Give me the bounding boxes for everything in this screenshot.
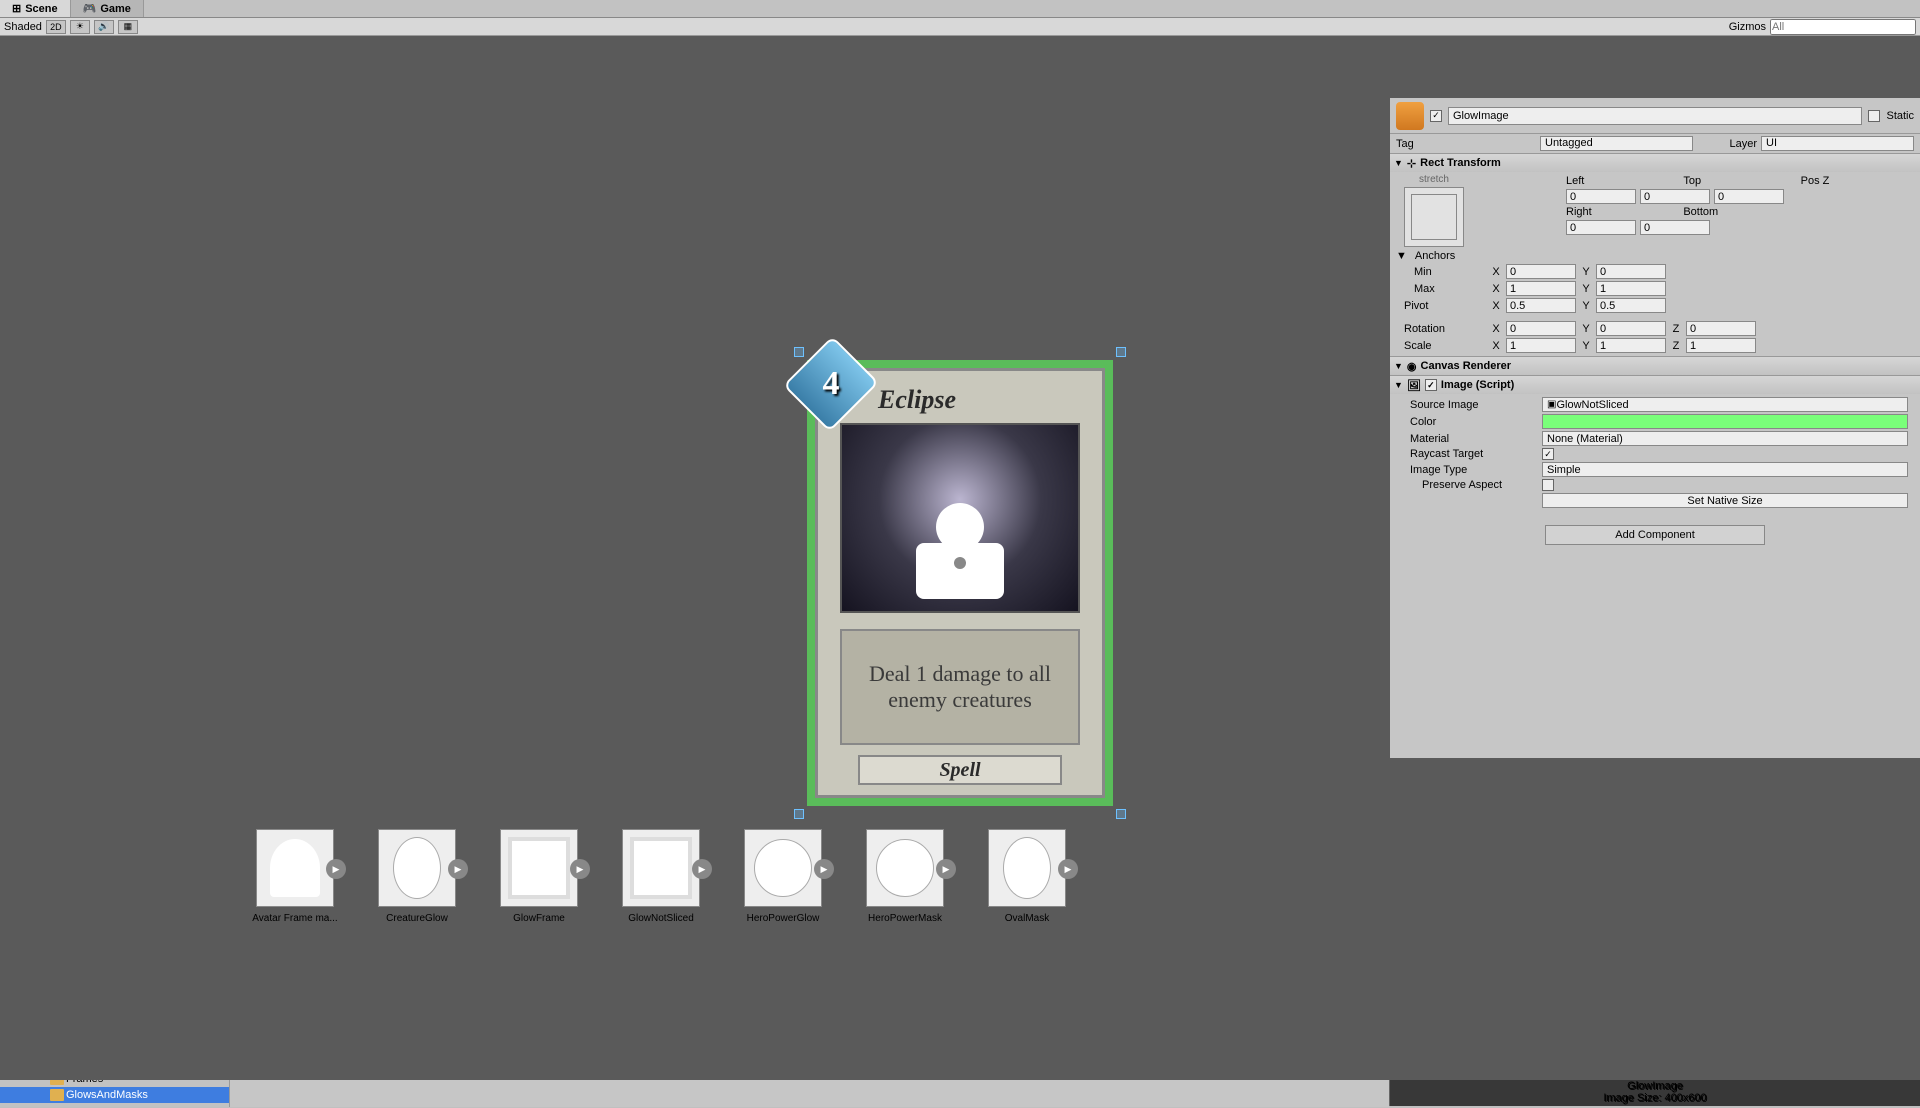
card-title: Eclipse (878, 385, 1086, 415)
asset-name: HeroPowerMask (868, 913, 942, 924)
scale-x[interactable] (1506, 338, 1576, 353)
camera-lens-icon (954, 557, 966, 569)
asset-item[interactable]: ▶CreatureGlow (372, 829, 462, 1091)
object-name-field[interactable] (1448, 107, 1862, 125)
fx-toggle[interactable]: ▦ (118, 20, 138, 34)
tag-dropdown[interactable]: Untagged (1540, 136, 1693, 151)
preview-size: Image Size: 400x600 (1394, 1092, 1916, 1104)
gameobject-icon (1396, 102, 1424, 130)
image-component-header[interactable]: ▼🖼 Image (Script) (1390, 376, 1920, 394)
asset-thumbnail (866, 829, 944, 907)
2d-toggle[interactable]: 2D (46, 20, 66, 34)
asset-item[interactable]: ▶HeroPowerMask (860, 829, 950, 1091)
layer-dropdown[interactable]: UI (1761, 136, 1914, 151)
asset-thumbnail (378, 829, 456, 907)
tab-game[interactable]: 🎮 Game (71, 0, 144, 17)
asset-name: HeroPowerGlow (747, 913, 820, 924)
raycast-checkbox[interactable] (1542, 448, 1554, 460)
static-checkbox[interactable] (1868, 110, 1880, 122)
card-preview[interactable]: Eclipse 4 Deal 1 damage to all enemy cre… (815, 368, 1105, 798)
asset-item[interactable]: ▶Avatar Frame ma... (250, 829, 340, 1091)
gizmos-dropdown[interactable]: Gizmos (1729, 21, 1766, 33)
anchor-min-x[interactable] (1506, 264, 1576, 279)
asset-thumbnail (256, 829, 334, 907)
asset-item[interactable]: ▶OvalMask (982, 829, 1072, 1091)
anchor-max-x[interactable] (1506, 281, 1576, 296)
lighting-toggle[interactable]: ☀ (70, 20, 90, 34)
rot-y[interactable] (1596, 321, 1666, 336)
canvas-renderer-header[interactable]: ▼◉ Canvas Renderer (1390, 357, 1920, 375)
selection-handle-icon[interactable] (1116, 809, 1126, 819)
shading-dropdown[interactable]: Shaded (4, 21, 42, 33)
anchor-min-y[interactable] (1596, 264, 1666, 279)
add-component-button[interactable]: Add Component (1545, 525, 1765, 545)
asset-name: OvalMask (1005, 913, 1049, 924)
preserve-aspect-checkbox[interactable] (1542, 479, 1554, 491)
preview-name: GlowImage (1394, 1080, 1916, 1092)
play-overlay-icon[interactable]: ▶ (448, 859, 468, 879)
selection-handle-icon[interactable] (794, 809, 804, 819)
pivot-x[interactable] (1506, 298, 1576, 313)
tag-label: Tag (1396, 138, 1536, 150)
color-field[interactable] (1542, 414, 1908, 429)
asset-name: CreatureGlow (386, 913, 448, 924)
asset-item[interactable]: ▶GlowNotSliced (616, 829, 706, 1091)
play-overlay-icon[interactable]: ▶ (326, 859, 346, 879)
inspector-panel: ⓘ Inspector Static Tag Untagged Layer UI… (1390, 80, 1920, 758)
selection-handle-icon[interactable] (1116, 347, 1126, 357)
scale-y[interactable] (1596, 338, 1666, 353)
play-overlay-icon[interactable]: ▶ (936, 859, 956, 879)
active-checkbox[interactable] (1430, 110, 1442, 122)
asset-name: GlowFrame (513, 913, 565, 924)
right-field[interactable] (1566, 220, 1636, 235)
play-overlay-icon[interactable]: ▶ (692, 859, 712, 879)
material-field[interactable]: None (Material) (1542, 431, 1908, 446)
audio-toggle[interactable]: 🔊 (94, 20, 114, 34)
left-field[interactable] (1566, 189, 1636, 204)
card-description: Deal 1 damage to all enemy creatures (840, 629, 1080, 745)
anchor-max-y[interactable] (1596, 281, 1666, 296)
bottom-field[interactable] (1640, 220, 1710, 235)
rot-x[interactable] (1506, 321, 1576, 336)
top-field[interactable] (1640, 189, 1710, 204)
asset-name: GlowNotSliced (628, 913, 694, 924)
asset-thumbnail (744, 829, 822, 907)
scene-view-panel: ⊞ Scene 🎮 Game Shaded 2D ☀ 🔊 ▦ Gizmos (358, 80, 1390, 758)
play-overlay-icon[interactable]: ▶ (570, 859, 590, 879)
source-image-field[interactable]: ▣ GlowNotSliced (1542, 397, 1908, 412)
asset-item[interactable]: ▶GlowFrame (494, 829, 584, 1091)
card-type: Spell (858, 755, 1062, 785)
folder-item[interactable]: GlowsAndMasks (0, 1087, 229, 1103)
static-label: Static (1886, 110, 1914, 122)
asset-thumbnail (500, 829, 578, 907)
asset-item[interactable]: ▶HeroPowerGlow (738, 829, 828, 1091)
asset-thumbnail (988, 829, 1066, 907)
rect-transform-header[interactable]: ▼⊹ Rect Transform (1390, 154, 1920, 172)
anchor-presets-button[interactable] (1404, 187, 1464, 247)
tab-scene[interactable]: ⊞ Scene (0, 0, 71, 17)
posz-field[interactable] (1714, 189, 1784, 204)
rot-z[interactable] (1686, 321, 1756, 336)
pivot-y[interactable] (1596, 298, 1666, 313)
layer-label: Layer (1697, 138, 1757, 150)
play-overlay-icon[interactable]: ▶ (1058, 859, 1078, 879)
asset-name: Avatar Frame ma... (252, 913, 337, 924)
play-overlay-icon[interactable]: ▶ (814, 859, 834, 879)
asset-thumbnail (622, 829, 700, 907)
set-native-size-button[interactable]: Set Native Size (1542, 493, 1908, 508)
scene-search[interactable] (1770, 19, 1916, 35)
scale-z[interactable] (1686, 338, 1756, 353)
imagetype-dropdown[interactable]: Simple (1542, 462, 1908, 477)
